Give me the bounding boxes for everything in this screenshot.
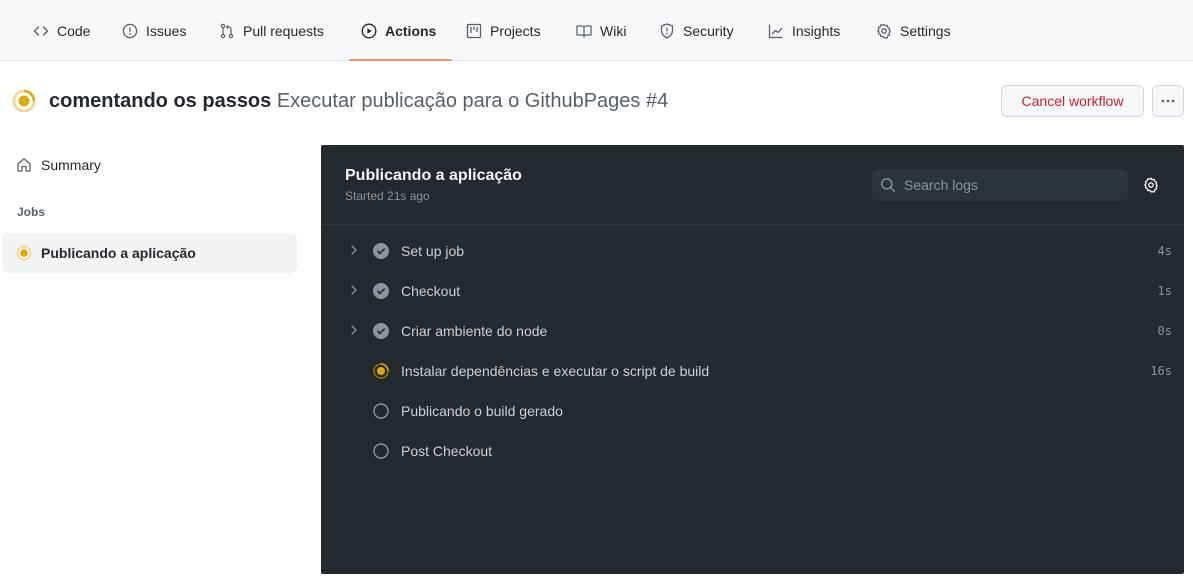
job-started: Started 21s ago	[345, 189, 430, 203]
step-row[interactable]: Criar ambiente do node 0s	[321, 311, 1184, 351]
more-options-button[interactable]	[1152, 85, 1184, 117]
tab-settings[interactable]: Settings	[876, 0, 951, 61]
pull-request-icon	[220, 23, 234, 38]
jobs-heading: Jobs	[17, 205, 46, 219]
step-row[interactable]: Post Checkout	[321, 431, 1184, 471]
in-progress-icon	[12, 89, 36, 113]
code-icon	[33, 25, 49, 36]
home-icon	[17, 158, 31, 172]
tab-issues[interactable]: Issues	[122, 0, 186, 61]
step-name: Set up job	[401, 243, 465, 259]
job-log-header: Publicando a aplicação Started 21s ago	[321, 145, 1184, 225]
cancel-workflow-button[interactable]: Cancel workflow	[1001, 85, 1144, 117]
repo-nav: Code Issues Pull requests Actions Projec…	[0, 0, 1193, 61]
job-title: Publicando a aplicação	[345, 167, 522, 184]
workflow-name: Executar publicação para o GithubPages #…	[276, 89, 669, 112]
tab-projects[interactable]: Projects	[466, 0, 541, 61]
step-name: Instalar dependências e executar o scrip…	[401, 363, 710, 379]
log-settings-button[interactable]	[1143, 177, 1159, 198]
step-row[interactable]: Checkout 1s	[321, 271, 1184, 311]
gear-icon	[877, 23, 891, 39]
step-name: Publicando o build gerado	[401, 403, 563, 419]
play-icon	[361, 22, 377, 39]
step-duration: 4s	[1157, 244, 1172, 258]
chevron-right-icon[interactable]	[348, 244, 360, 256]
tab-pull-requests[interactable]: Pull requests	[219, 0, 324, 61]
check-circle-icon	[373, 243, 389, 259]
check-circle-icon	[373, 283, 389, 299]
sidebar-summary-label: Summary	[41, 157, 101, 173]
tab-projects-label: Projects	[490, 22, 541, 39]
tab-code-label: Code	[57, 22, 91, 39]
step-name: Criar ambiente do node	[401, 323, 548, 339]
run-title: comentando os passos Executar publicação…	[49, 90, 668, 113]
sidebar-job-item[interactable]: Publicando a aplicação	[2, 233, 297, 273]
step-duration: 16s	[1150, 364, 1172, 378]
chevron-right-icon[interactable]	[348, 324, 360, 336]
tab-wiki[interactable]: Wiki	[576, 0, 626, 61]
step-name: Checkout	[401, 283, 461, 299]
queued-circle-icon	[373, 443, 389, 459]
step-name: Post Checkout	[401, 443, 493, 459]
job-log-panel: Publicando a aplicação Started 21s ago S…	[321, 145, 1184, 574]
in-progress-icon	[16, 245, 32, 261]
shield-icon	[660, 22, 674, 39]
commit-message: comentando os passos	[49, 89, 272, 112]
step-row[interactable]: Instalar dependências e executar o scrip…	[321, 351, 1184, 391]
tab-settings-label: Settings	[900, 22, 951, 39]
run-header: comentando os passos Executar publicação…	[12, 86, 668, 116]
step-duration: 0s	[1157, 324, 1172, 338]
chevron-right-icon[interactable]	[348, 284, 360, 296]
tab-pull-requests-label: Pull requests	[243, 22, 324, 39]
sidebar-item-summary[interactable]: Summary	[16, 152, 101, 178]
job-steps: Set up job 4s Checkout 1s Criar ambiente…	[321, 231, 1184, 471]
in-progress-icon	[373, 363, 389, 379]
book-icon	[576, 24, 592, 38]
tab-security[interactable]: Security	[659, 0, 734, 61]
project-icon	[466, 23, 482, 38]
gear-icon	[1144, 177, 1158, 193]
step-row[interactable]: Publicando o build gerado	[321, 391, 1184, 431]
step-row[interactable]: Set up job 4s	[321, 231, 1184, 271]
search-icon	[881, 178, 896, 193]
queued-circle-icon	[373, 403, 389, 419]
search-logs-input[interactable]	[904, 177, 1114, 193]
tab-security-label: Security	[683, 22, 734, 39]
search-logs[interactable]	[872, 169, 1128, 201]
tab-insights[interactable]: Insights	[768, 0, 840, 61]
tab-actions[interactable]: Actions	[348, 0, 453, 61]
check-circle-icon	[373, 323, 389, 339]
tab-actions-label: Actions	[385, 22, 437, 39]
step-duration: 1s	[1157, 284, 1172, 298]
graph-icon	[768, 24, 783, 38]
kebab-horizontal-icon	[1161, 99, 1175, 103]
issue-icon	[122, 23, 138, 38]
tab-code[interactable]: Code	[33, 0, 90, 61]
tab-insights-label: Insights	[792, 22, 841, 39]
tab-issues-label: Issues	[146, 22, 187, 39]
tab-wiki-label: Wiki	[600, 22, 627, 39]
sidebar-job-label: Publicando a aplicação	[41, 245, 196, 261]
